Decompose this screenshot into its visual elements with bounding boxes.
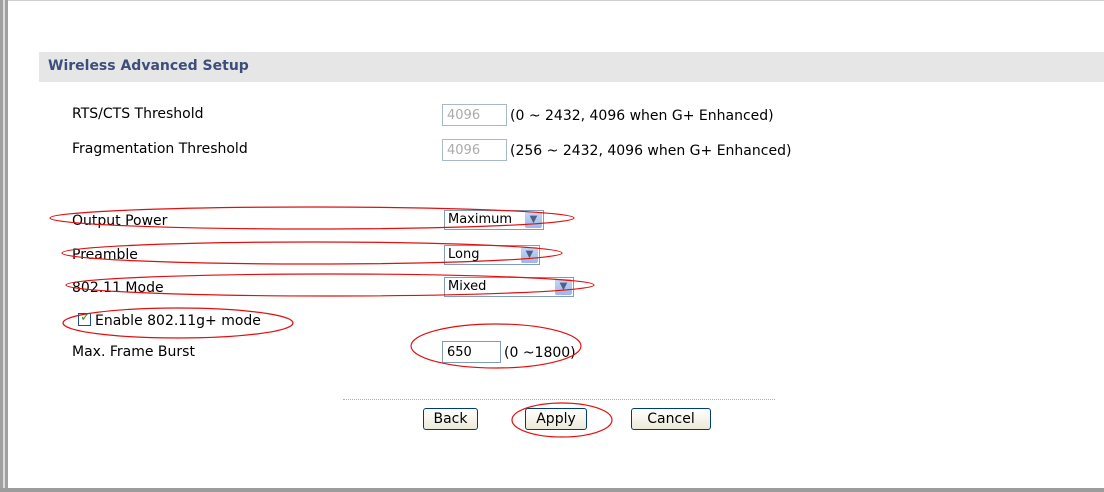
rts-threshold-hint: (0 ~ 2432, 4096 when G+ Enhanced) [510,108,774,124]
preamble-label: Preamble [72,247,138,263]
checkmark-icon: ✓ [80,310,91,325]
window-left-border [0,0,8,492]
fragmentation-threshold-label: Fragmentation Threshold [72,141,248,157]
preamble-value: Long [448,247,480,262]
back-button[interactable]: Back [423,408,478,430]
rts-threshold-label: RTS/CTS Threshold [72,106,204,122]
output-power-value: Maximum [448,212,513,227]
frame-burst-hint: (0 ~1800) [504,345,576,361]
output-power-label: Output Power [72,213,168,229]
chevron-down-icon[interactable]: ▼ [525,212,542,228]
cancel-button[interactable]: Cancel [631,408,711,430]
window-top-border [8,0,1104,1]
chevron-down-icon[interactable]: ▼ [521,247,538,263]
mode-label: 802.11 Mode [72,280,164,296]
button-divider [343,399,775,400]
mode-select[interactable]: Mixed ▼ [444,277,574,297]
apply-button[interactable]: Apply [525,408,587,430]
window-bottom-border [0,488,1104,492]
section-title: Wireless Advanced Setup [48,58,249,74]
preamble-select[interactable]: Long ▼ [444,245,540,265]
gplus-label: Enable 802.11g+ mode [95,313,261,329]
mode-value: Mixed [448,279,487,294]
fragmentation-threshold-input[interactable] [442,139,507,161]
gplus-checkbox[interactable]: ✓ [78,310,91,326]
rts-threshold-input[interactable] [442,104,507,126]
chevron-down-icon[interactable]: ▼ [555,279,572,295]
frame-burst-input[interactable] [442,341,501,363]
fragmentation-threshold-hint: (256 ~ 2432, 4096 when G+ Enhanced) [510,143,792,159]
output-power-select[interactable]: Maximum ▼ [444,210,544,230]
frame-burst-label: Max. Frame Burst [72,344,195,360]
